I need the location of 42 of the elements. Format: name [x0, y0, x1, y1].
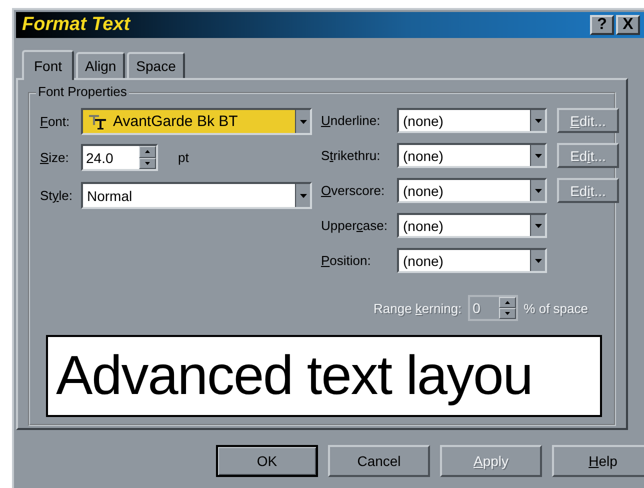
- dropdown[interactable]: (none): [397, 143, 547, 168]
- caret-down-icon[interactable]: [300, 120, 306, 124]
- close-button[interactable]: X: [616, 15, 640, 35]
- unit-label: % of space: [524, 300, 588, 316]
- caret-down-icon[interactable]: [300, 194, 306, 198]
- dialog-button[interactable]: Cancel: [328, 445, 430, 477]
- text-preview: Advanced text layou: [46, 335, 602, 417]
- dropdown[interactable]: (none): [397, 178, 547, 203]
- tab[interactable]: Font: [22, 50, 74, 80]
- field-label: Style:: [40, 188, 74, 203]
- size-field[interactable]: 24.0: [81, 144, 158, 171]
- field-label: Uppercase:: [321, 218, 388, 233]
- help-button[interactable]: ?: [590, 15, 614, 35]
- unit-label: pt: [178, 150, 189, 165]
- caret-down-icon[interactable]: [534, 188, 542, 192]
- dropdown[interactable]: (none): [397, 108, 547, 133]
- caret-up-icon[interactable]: [145, 150, 150, 154]
- caret-down-icon[interactable]: [534, 118, 542, 122]
- field-label: Font:: [40, 114, 71, 129]
- caret-down-icon[interactable]: [534, 224, 542, 228]
- field-label: Size:: [40, 150, 70, 165]
- field-label: Range kerning:: [374, 300, 462, 316]
- style-dropdown[interactable]: Normal: [81, 182, 312, 209]
- field-label: Strikethru:: [321, 148, 382, 163]
- dialog-button[interactable]: OK: [216, 445, 318, 477]
- dialog-button[interactable]: Help: [552, 445, 644, 477]
- dropdown[interactable]: (none): [397, 213, 547, 238]
- tab[interactable]: Space: [127, 52, 185, 78]
- group-title: Font Properties: [36, 84, 129, 99]
- field-label: Position:: [321, 253, 372, 268]
- caret-down-icon[interactable]: [145, 162, 150, 165]
- dropdown[interactable]: (none): [397, 248, 547, 273]
- caret-up-icon[interactable]: [504, 301, 510, 304]
- field-label: Underline:: [321, 113, 382, 128]
- caret-down-icon[interactable]: [534, 154, 542, 158]
- caret-down-icon[interactable]: [534, 258, 542, 262]
- window-title: Format Text: [22, 14, 130, 36]
- font-type-icon: [89, 114, 109, 130]
- tab[interactable]: Align: [76, 52, 126, 78]
- field-label: Overscore:: [321, 183, 386, 198]
- caret-down-icon[interactable]: [504, 312, 510, 315]
- font-dropdown[interactable]: AvantGarde Bk BT: [81, 108, 312, 135]
